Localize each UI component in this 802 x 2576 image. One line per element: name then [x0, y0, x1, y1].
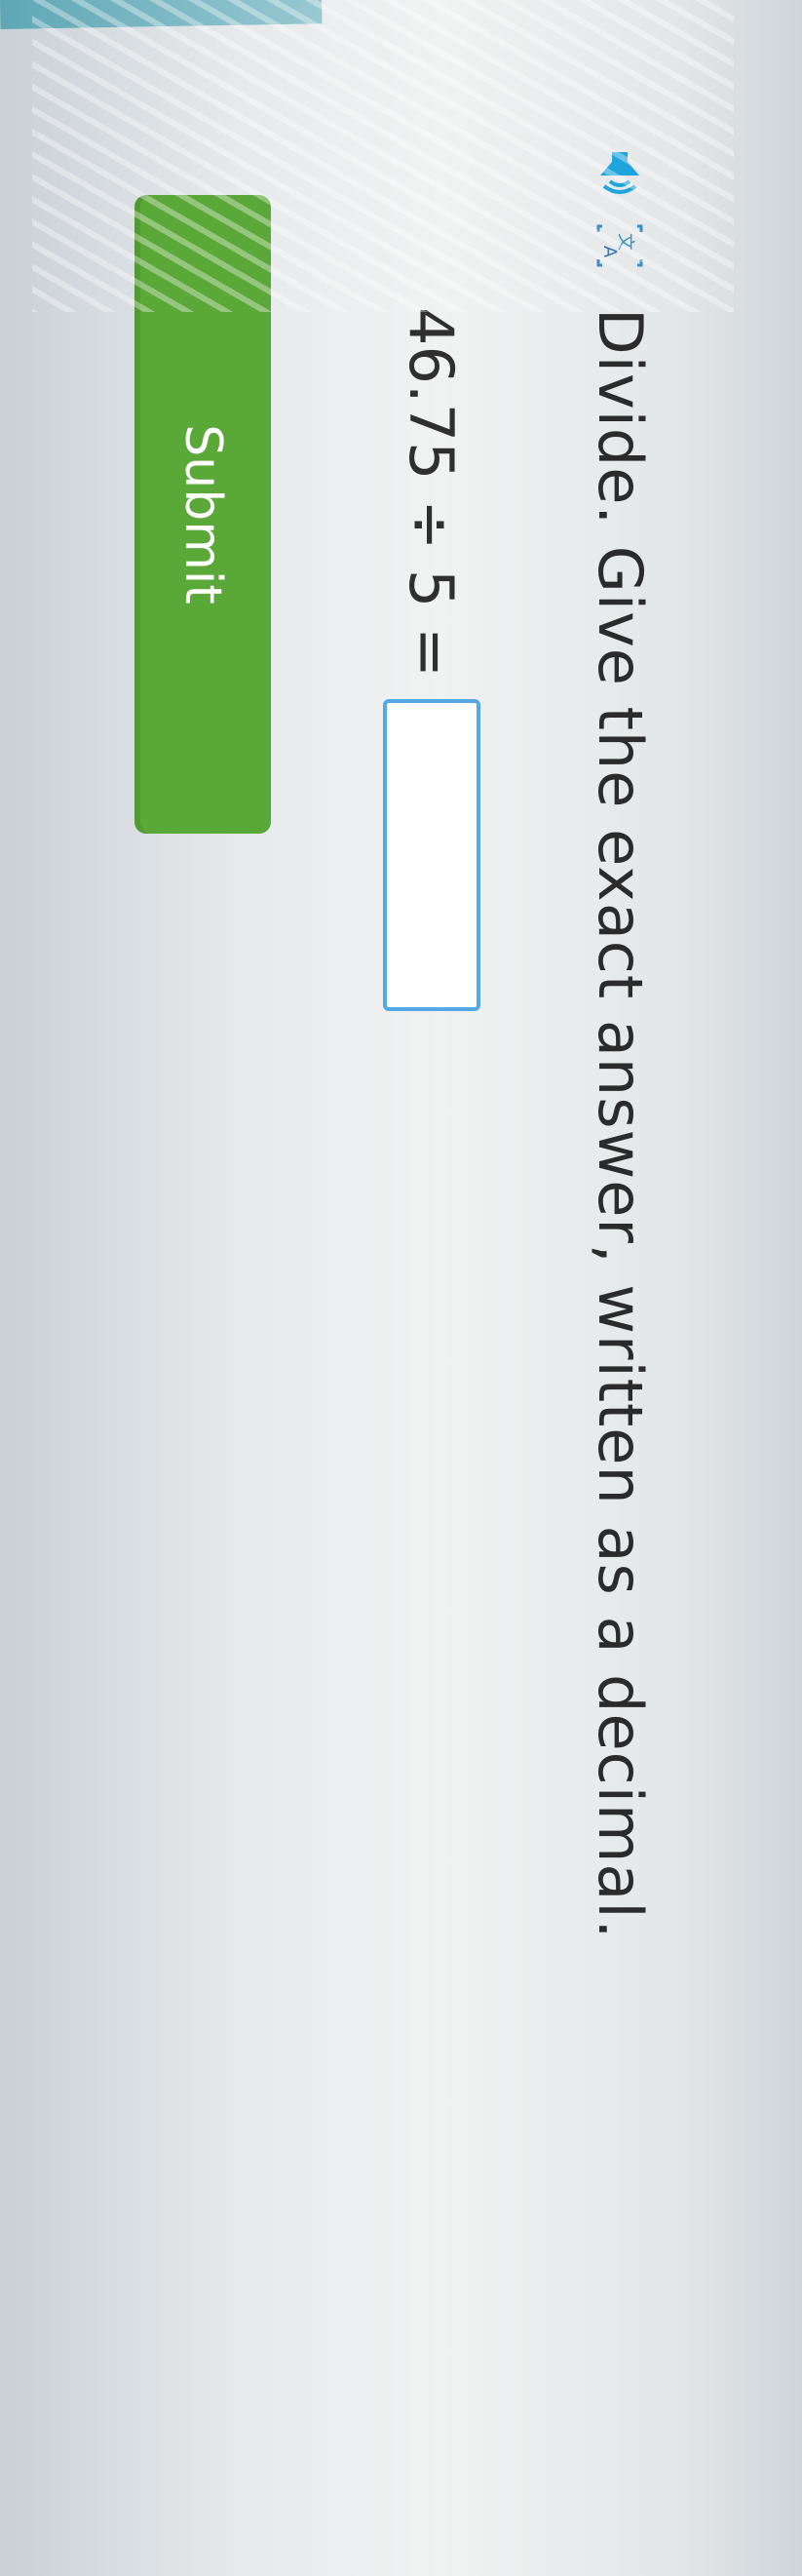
- speaker-icon[interactable]: [593, 146, 648, 201]
- answer-input[interactable]: [383, 698, 480, 1011]
- equation-row: 46.75 ÷ 5 =: [383, 307, 480, 1011]
- screen: 文 A Divide. Give the exact answer, writt…: [0, 0, 802, 2576]
- submit-button[interactable]: Submit: [134, 195, 271, 834]
- language-icon[interactable]: 文 A: [593, 218, 648, 273]
- equation-text: 46.75 ÷ 5 =: [396, 307, 468, 678]
- question-panel: 文 A Divide. Give the exact answer, writt…: [0, 0, 802, 2576]
- question-prompt: Divide. Give the exact answer, written a…: [585, 308, 656, 1940]
- svg-text:A: A: [600, 246, 621, 258]
- submit-label: Submit: [173, 424, 232, 605]
- question-row: 文 A Divide. Give the exact answer, writt…: [585, 146, 656, 1939]
